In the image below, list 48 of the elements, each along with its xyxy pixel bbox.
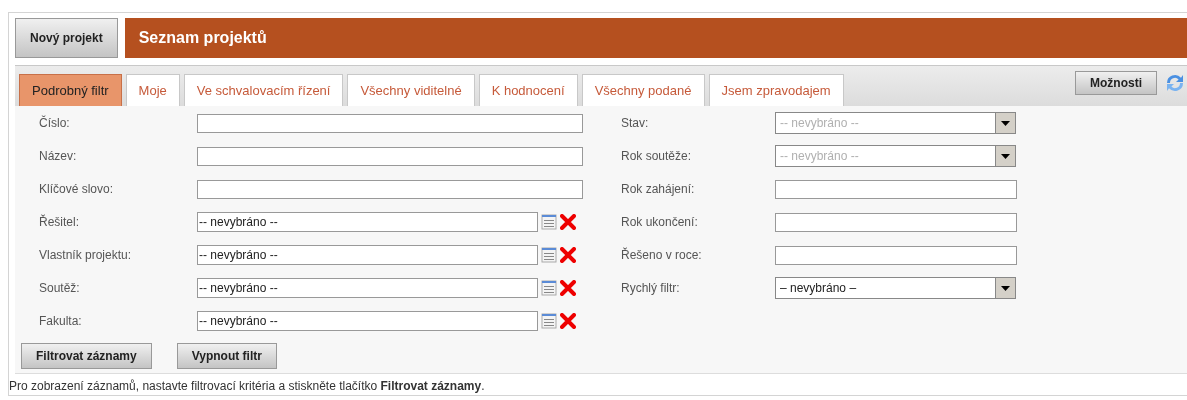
tab[interactable]: Podrobný filtr: [19, 74, 122, 106]
picker-field[interactable]: -- nevybráno --: [197, 311, 538, 331]
text-field[interactable]: [775, 245, 1017, 265]
field-label: Rok soutěže:: [621, 149, 693, 163]
close-icon[interactable]: [560, 313, 576, 329]
text-field[interactable]: [775, 179, 1017, 199]
field-label: Řešitel:: [39, 215, 80, 229]
list-icon[interactable]: [541, 214, 557, 230]
list-icon[interactable]: [541, 247, 557, 263]
text-field[interactable]: [775, 212, 1017, 232]
field-label: Fakulta:: [39, 314, 83, 328]
page-title: Seznam projektů: [124, 18, 1187, 58]
field-label: Číslo:: [39, 116, 71, 130]
text-field[interactable]: [197, 179, 583, 199]
new-project-button[interactable]: Nový projekt: [15, 18, 118, 58]
filter-button[interactable]: Vypnout filtr: [176, 343, 277, 369]
field-label: Rok zahájení:: [621, 182, 696, 196]
tab[interactable]: Všechny podané: [581, 74, 705, 106]
close-icon[interactable]: [560, 247, 576, 263]
caret-icon: [995, 146, 1015, 166]
picker-field[interactable]: -- nevybráno --: [197, 212, 538, 232]
list-icon[interactable]: [541, 280, 557, 296]
filter-button[interactable]: Filtrovat záznamy: [21, 343, 152, 369]
field-label: Název:: [39, 149, 78, 163]
tab[interactable]: K hodnocení: [478, 74, 578, 106]
field-label: Vlastník projektu:: [39, 248, 133, 262]
caret-icon: [995, 278, 1015, 298]
tab[interactable]: Všechny viditelné: [347, 74, 475, 106]
dropdown-field[interactable]: – nevybráno –: [775, 277, 1016, 299]
field-label: Klíčové slovo:: [39, 182, 115, 196]
list-icon[interactable]: [541, 313, 557, 329]
tab[interactable]: Jsem zpravodajem: [708, 74, 844, 106]
caret-icon: [995, 113, 1015, 133]
field-label: Soutěž:: [39, 281, 81, 295]
close-icon[interactable]: [560, 280, 576, 296]
text-field[interactable]: [197, 146, 583, 166]
tab[interactable]: Ve schvalovacím řízení: [183, 74, 344, 106]
field-label: Rok ukončení:: [621, 215, 699, 229]
tab[interactable]: Moje: [125, 74, 180, 106]
hint-text: Pro zobrazení záznamů, nastavte filtrovací kritéria a stiskněte tlačítko Filtrovat záznamy.: [9, 379, 486, 395]
picker-field[interactable]: -- nevybráno --: [197, 245, 538, 265]
text-field[interactable]: [197, 113, 583, 133]
field-label: Rychlý filtr:: [621, 281, 681, 295]
picker-field[interactable]: -- nevybráno --: [197, 278, 538, 298]
close-icon[interactable]: [560, 214, 576, 230]
field-label: Řešeno v roce:: [621, 248, 703, 262]
field-label: Stav:: [621, 116, 650, 130]
options-button[interactable]: Možnosti: [1075, 71, 1157, 95]
